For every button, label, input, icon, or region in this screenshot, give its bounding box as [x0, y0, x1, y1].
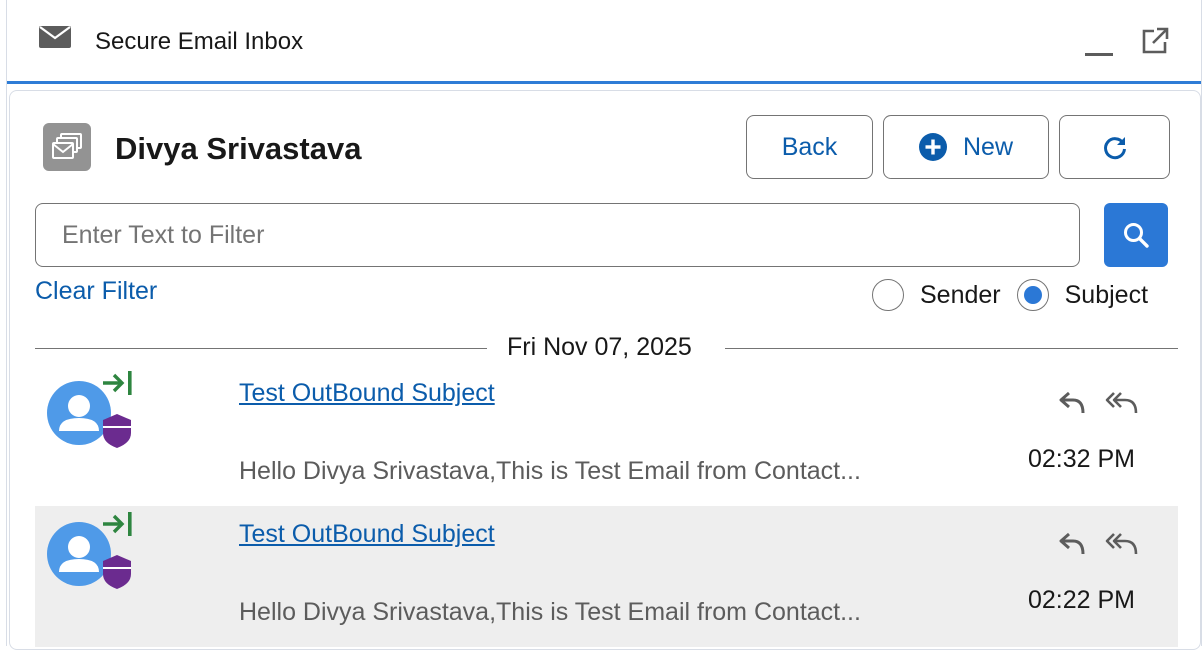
shield-icon	[103, 414, 131, 448]
email-subject-link[interactable]: Test OutBound Subject	[239, 520, 495, 549]
email-row[interactable]: Test OutBound Subject Hello Divya Srivas…	[35, 365, 1178, 506]
back-button[interactable]: Back	[746, 115, 873, 179]
email-preview: Hello Divya Srivastava,This is Test Emai…	[239, 598, 861, 626]
divider-line-left	[35, 348, 487, 349]
reply-icon[interactable]	[1058, 530, 1088, 556]
sender-radio-label[interactable]: Sender	[920, 281, 1001, 310]
shield-icon	[103, 555, 131, 589]
record-name: Divya Srivastava	[115, 131, 362, 166]
search-button[interactable]	[1104, 203, 1168, 267]
reply-all-icon[interactable]	[1105, 530, 1139, 556]
new-button[interactable]: New	[883, 115, 1049, 179]
popout-icon[interactable]	[1141, 27, 1169, 55]
window-titlebar: Secure Email Inbox	[7, 0, 1201, 84]
outbound-arrow-icon	[103, 512, 132, 536]
inbox-panel: Divya Srivastava Back New Clear Filter	[9, 90, 1201, 650]
email-stack-icon	[43, 123, 91, 171]
search-icon	[1124, 223, 1149, 248]
refresh-button[interactable]	[1059, 115, 1170, 179]
minimize-icon[interactable]	[1085, 40, 1113, 60]
date-divider: Fri Nov 07, 2025	[35, 331, 1178, 365]
divider-line-right	[725, 348, 1178, 349]
email-preview: Hello Divya Srivastava,This is Test Emai…	[239, 457, 861, 485]
clear-filter-link[interactable]: Clear Filter	[35, 277, 157, 306]
reply-icon[interactable]	[1058, 389, 1088, 415]
mail-icon	[39, 26, 71, 48]
outbound-arrow-icon	[103, 371, 132, 395]
email-time: 02:22 PM	[1028, 586, 1136, 614]
subject-radio-label[interactable]: Subject	[1065, 281, 1148, 310]
window-title: Secure Email Inbox	[95, 28, 304, 55]
email-subject-link[interactable]: Test OutBound Subject	[239, 379, 495, 408]
subject-radio[interactable]	[1016, 279, 1049, 311]
email-time: 02:32 PM	[1028, 445, 1136, 473]
sender-radio[interactable]	[872, 279, 904, 311]
secure-email-window: Secure Email Inbox Divya Srivastava Back	[6, 0, 1202, 650]
refresh-icon	[1103, 137, 1126, 160]
plus-circle-icon	[918, 133, 947, 161]
new-button-label: New	[962, 132, 1013, 161]
filter-mode-radio-group: Sender Subject	[872, 279, 1148, 311]
date-group-label: Fri Nov 07, 2025	[507, 333, 692, 361]
email-row[interactable]: Test OutBound Subject Hello Divya Srivas…	[35, 506, 1178, 647]
reply-all-icon[interactable]	[1105, 389, 1139, 415]
filter-input[interactable]	[35, 203, 1080, 267]
